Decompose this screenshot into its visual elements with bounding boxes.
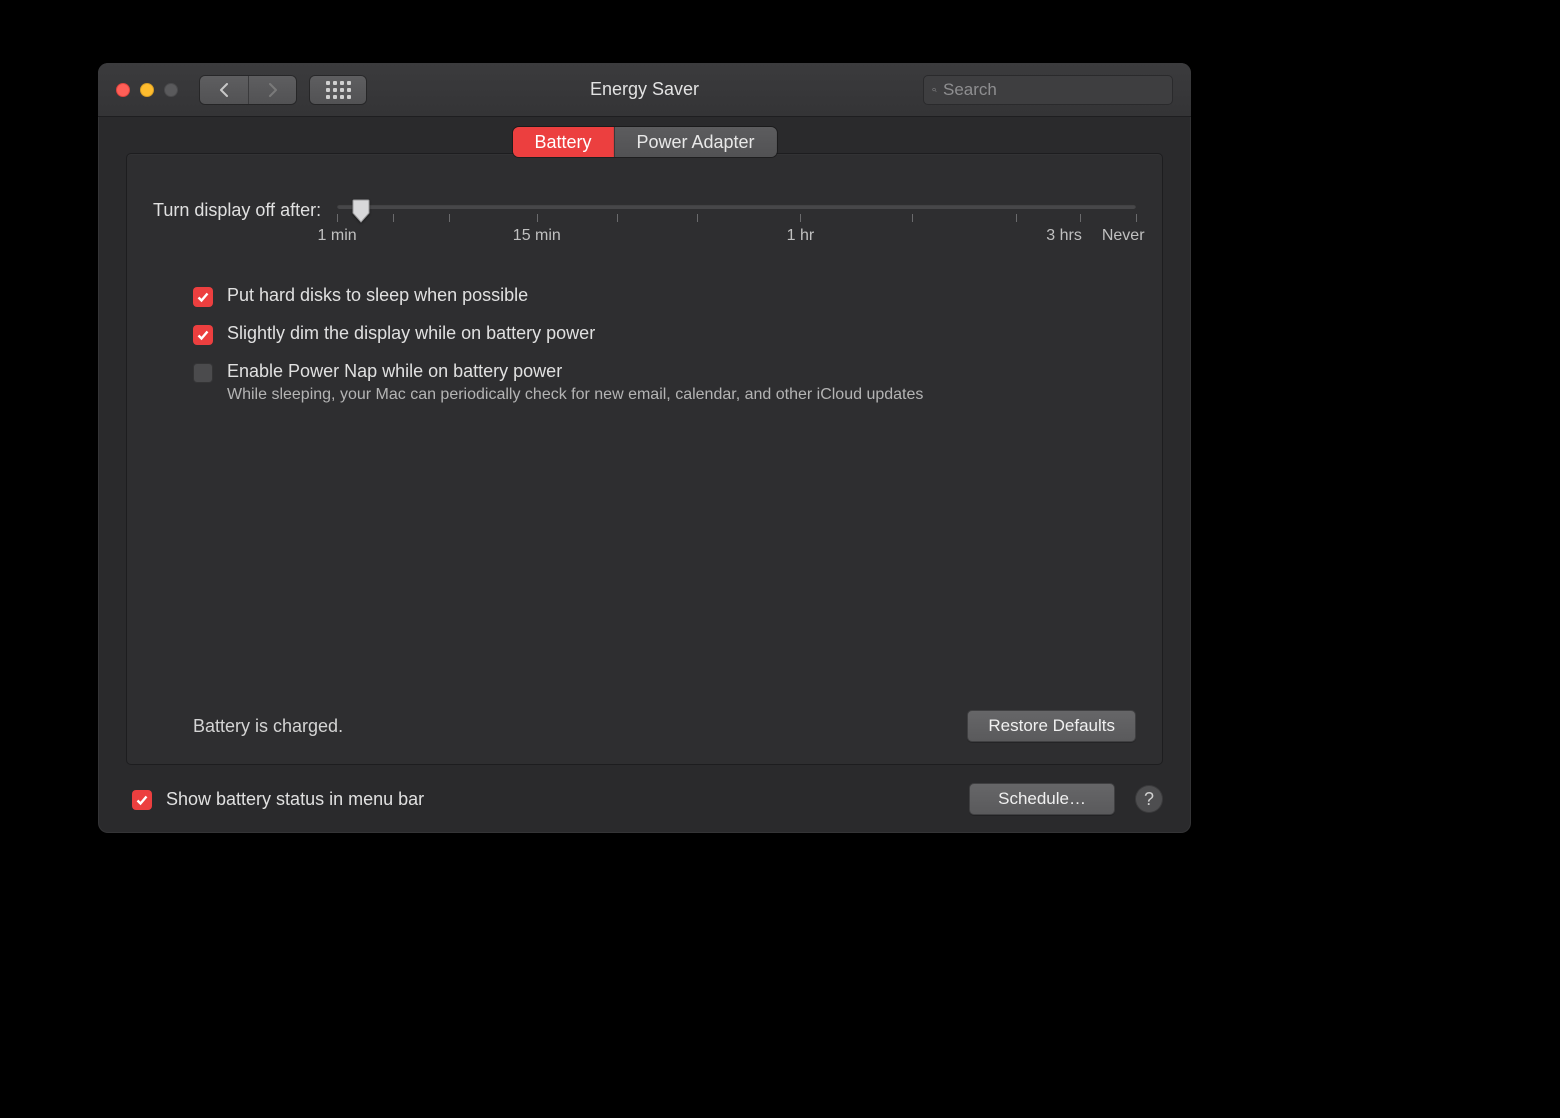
checkmark-icon: [196, 290, 210, 304]
checkbox-show-battery-menubar[interactable]: [132, 790, 152, 810]
option-hard-disks: Put hard disks to sleep when possible: [193, 285, 1136, 307]
option-hard-disks-label: Put hard disks to sleep when possible: [227, 285, 528, 306]
settings-panel: Turn display off after:: [126, 153, 1163, 765]
option-dim-display: Slightly dim the display while on batter…: [193, 323, 1136, 345]
zoom-window-button[interactable]: [164, 83, 178, 97]
slider-ticks: [337, 214, 1136, 228]
checkbox-dim-display[interactable]: [193, 325, 213, 345]
slider-track: [337, 204, 1136, 209]
tab-power-adapter[interactable]: Power Adapter: [613, 127, 776, 157]
tab-bar: Battery Power Adapter: [512, 127, 776, 157]
battery-status: Battery is charged.: [193, 716, 343, 737]
slider-legend-15min: 15 min: [513, 227, 561, 245]
checkmark-icon: [196, 328, 210, 342]
window-controls: [116, 83, 178, 97]
display-sleep-row: Turn display off after:: [153, 198, 1136, 251]
forward-button[interactable]: [248, 76, 296, 104]
chevron-left-icon: [218, 83, 230, 97]
checkmark-icon: [135, 793, 149, 807]
display-sleep-label: Turn display off after:: [153, 200, 321, 221]
help-button[interactable]: ?: [1135, 785, 1163, 813]
slider-legend-3hrs: 3 hrs: [1046, 227, 1082, 245]
schedule-button[interactable]: Schedule…: [969, 783, 1115, 815]
search-icon: [932, 82, 937, 98]
slider-legend-1min: 1 min: [318, 227, 357, 245]
show-battery-menubar-label: Show battery status in menu bar: [166, 789, 424, 810]
back-button[interactable]: [200, 76, 248, 104]
search-input[interactable]: [943, 80, 1164, 100]
nav-back-forward: [200, 76, 296, 104]
panel-footer: Battery is charged. Restore Defaults: [153, 710, 1136, 742]
minimize-window-button[interactable]: [140, 83, 154, 97]
option-power-nap-label: Enable Power Nap while on battery power: [227, 361, 923, 382]
show-all-button[interactable]: [310, 76, 366, 104]
restore-defaults-button[interactable]: Restore Defaults: [967, 710, 1136, 742]
tab-battery[interactable]: Battery: [512, 127, 613, 157]
search-field[interactable]: [923, 75, 1173, 105]
slider-thumb[interactable]: [352, 199, 370, 223]
option-power-nap: Enable Power Nap while on battery power …: [193, 361, 1136, 404]
checkbox-hard-disks[interactable]: [193, 287, 213, 307]
checkbox-power-nap[interactable]: [193, 363, 213, 383]
preferences-window: Energy Saver Battery Power Adapter Turn …: [98, 63, 1191, 833]
option-dim-display-label: Slightly dim the display while on batter…: [227, 323, 595, 344]
slider-legend: 1 min 15 min 1 hr 3 hrs Never: [337, 227, 1136, 251]
close-window-button[interactable]: [116, 83, 130, 97]
option-power-nap-description: While sleeping, your Mac can periodicall…: [227, 386, 923, 404]
options-list: Put hard disks to sleep when possible Sl…: [193, 285, 1136, 410]
content-area: Battery Power Adapter Turn display off a…: [98, 117, 1191, 833]
display-sleep-slider[interactable]: 1 min 15 min 1 hr 3 hrs Never: [337, 198, 1136, 251]
slider-legend-1hr: 1 hr: [787, 227, 815, 245]
bottom-row: Show battery status in menu bar Schedule…: [126, 783, 1163, 815]
slider-legend-never: Never: [1102, 227, 1145, 245]
titlebar: Energy Saver: [98, 63, 1191, 117]
chevron-right-icon: [267, 83, 279, 97]
grid-icon: [326, 81, 351, 99]
